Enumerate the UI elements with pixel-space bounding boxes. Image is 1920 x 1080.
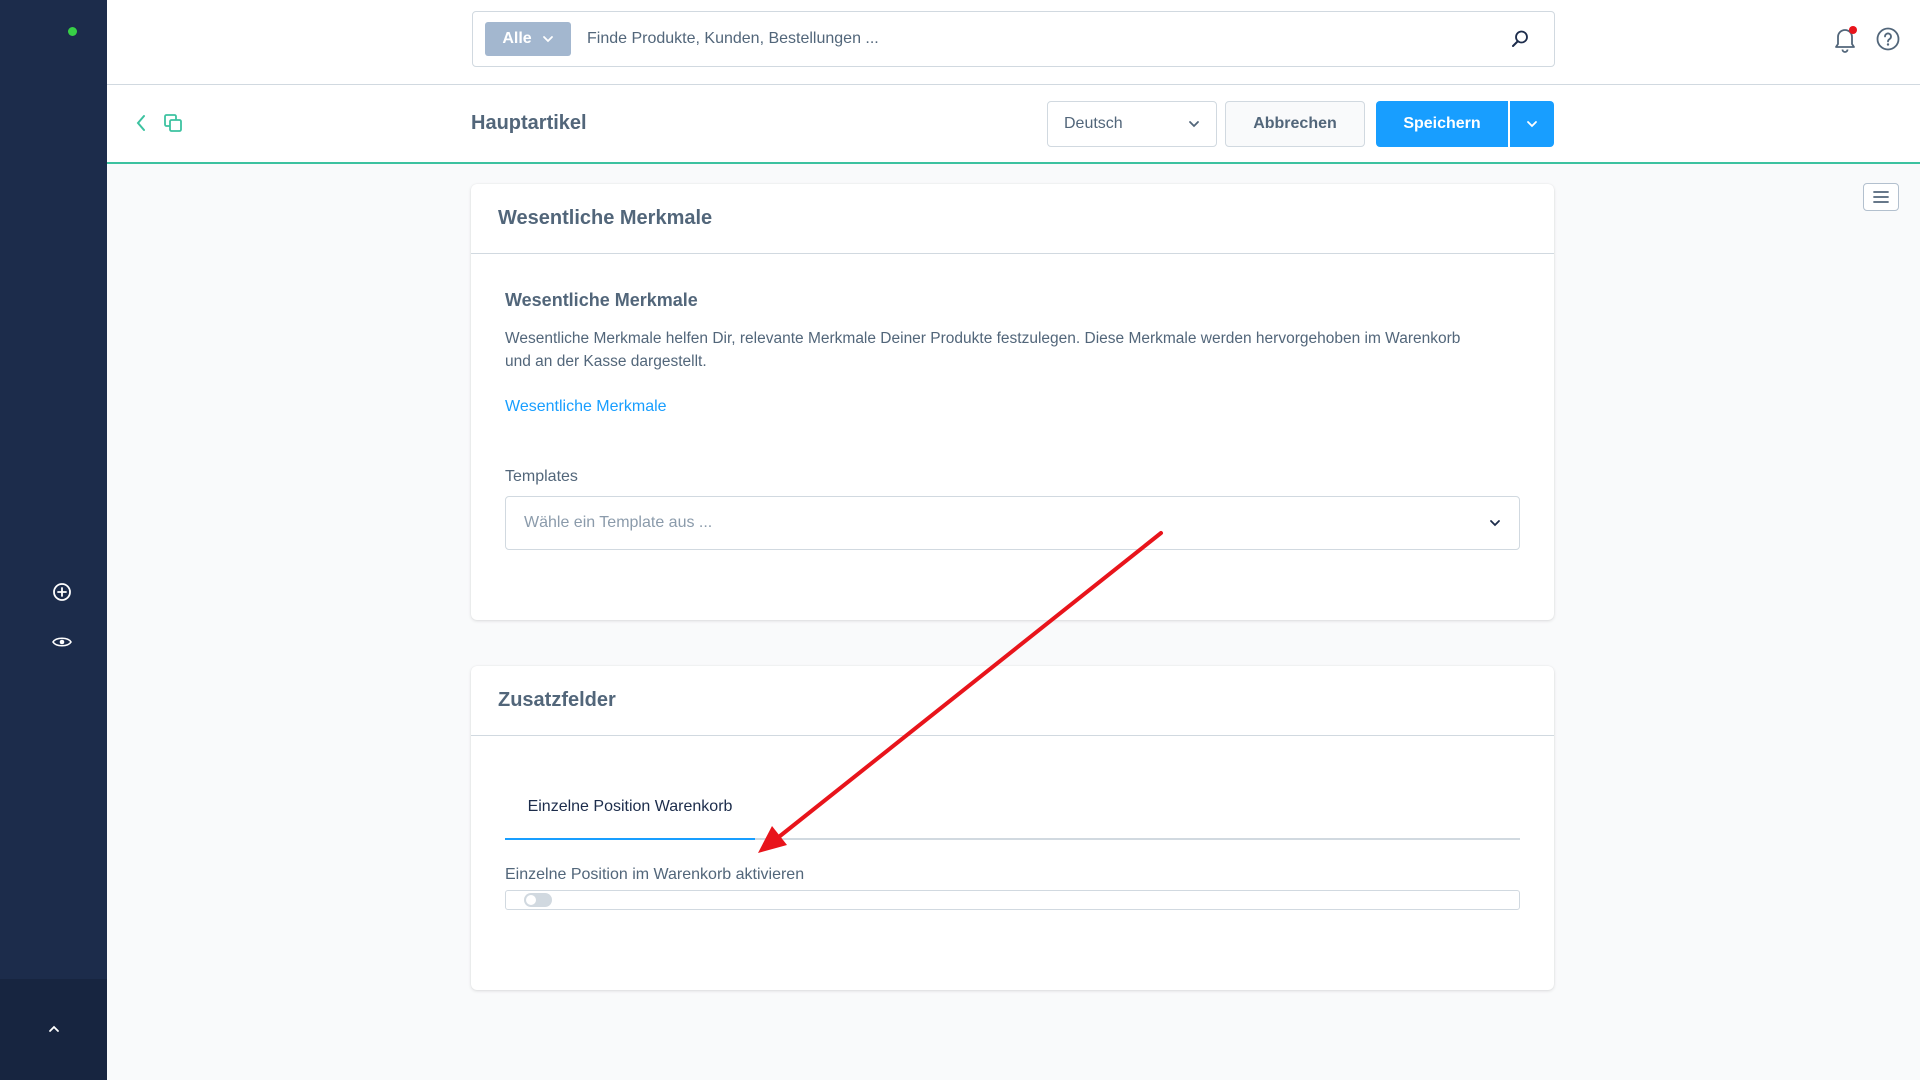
essential-characteristics-card: Wesentliche Merkmale Wesentliche Merkmal… — [471, 184, 1554, 620]
help-icon[interactable] — [1873, 24, 1903, 54]
switch-label: Einzelne Position im Warenkorb aktiviere… — [505, 866, 805, 883]
search-icon[interactable] — [1500, 19, 1540, 59]
section-subheading: Wesentliche Merkmale — [505, 290, 698, 310]
section-description: Wesentliche Merkmale helfen Dir, relevan… — [505, 330, 1461, 370]
smart-bar: Hauptartikel Deutsch Abbrechen Speichern — [107, 85, 1920, 164]
eye-icon[interactable] — [50, 630, 74, 654]
bell-icon[interactable] — [1830, 24, 1860, 54]
chevron-up-icon[interactable] — [47, 1021, 61, 1039]
duplicate-icon[interactable] — [161, 111, 185, 135]
search-type-label: Alle — [502, 30, 532, 47]
plus-circle-icon[interactable] — [50, 580, 74, 604]
cancel-button[interactable]: Abbrechen — [1225, 101, 1365, 147]
global-search: Alle — [472, 11, 1555, 67]
essential-characteristics-link[interactable]: Wesentliche Merkmale — [505, 398, 667, 416]
templates-select[interactable]: Wähle ein Template aus ... — [505, 496, 1520, 550]
chevron-down-icon — [542, 36, 553, 43]
custom-fields-tabs: Einzelne Position Warenkorb — [505, 776, 1520, 840]
save-options-button[interactable] — [1510, 101, 1554, 147]
status-online-indicator — [68, 27, 77, 36]
admin-sidebar — [0, 0, 107, 1080]
tab-single-cart-position[interactable]: Einzelne Position Warenkorb — [505, 776, 755, 840]
templates-label: Templates — [505, 468, 578, 485]
card-header: Zusatzfelder — [471, 666, 1554, 736]
search-type-dropdown[interactable]: Alle — [485, 22, 571, 56]
hamburger-icon[interactable] — [1863, 183, 1899, 211]
chevron-down-icon — [1527, 121, 1537, 128]
custom-fields-card: Zusatzfelder Einzelne Position Warenkorb… — [471, 666, 1554, 990]
sidebar-footer — [0, 979, 107, 1080]
templates-placeholder: Wähle ein Template aus ... — [524, 514, 713, 531]
language-select[interactable]: Deutsch — [1047, 101, 1217, 147]
single-position-toggle[interactable] — [524, 893, 552, 907]
chevron-down-icon — [1189, 121, 1199, 128]
chevron-down-icon — [1490, 520, 1500, 527]
save-button[interactable]: Speichern — [1376, 101, 1508, 147]
toggle-knob — [526, 895, 536, 905]
page-title: Hauptartikel — [471, 112, 587, 134]
language-select-value: Deutsch — [1064, 115, 1123, 132]
notification-dot — [1849, 26, 1857, 34]
switch-field — [505, 890, 1520, 910]
top-bar: Alle — [107, 0, 1920, 85]
chevron-left-icon[interactable] — [129, 111, 153, 135]
card-header: Wesentliche Merkmale — [471, 184, 1554, 254]
search-input[interactable] — [587, 19, 1500, 59]
